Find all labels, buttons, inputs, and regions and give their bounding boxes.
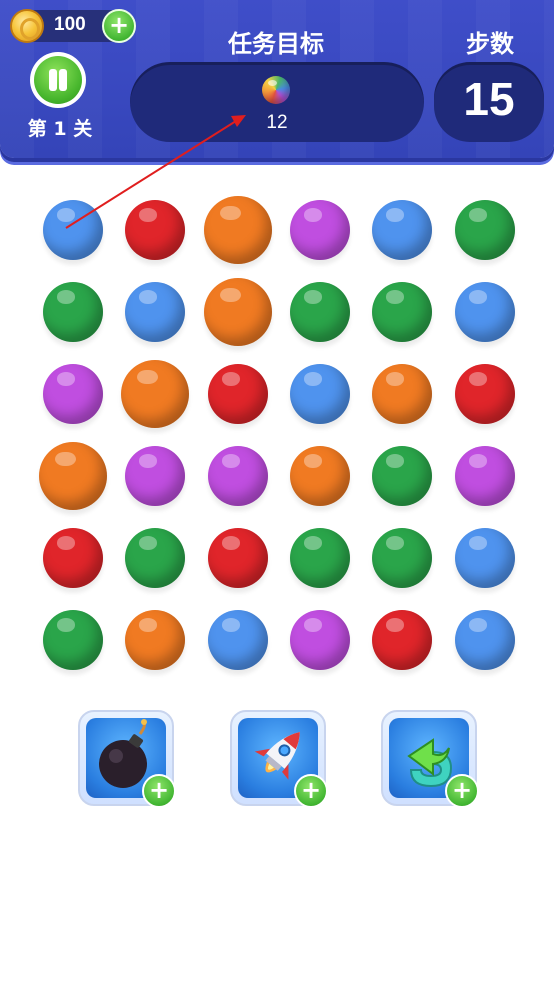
blue-ball[interactable] bbox=[455, 610, 515, 670]
undo-tool-button[interactable]: + bbox=[381, 710, 479, 808]
orange-ball[interactable] bbox=[125, 610, 185, 670]
plus-icon: + bbox=[300, 776, 322, 804]
plus-icon: + bbox=[451, 776, 473, 804]
purple-ball[interactable] bbox=[290, 200, 350, 260]
red-ball[interactable] bbox=[208, 528, 268, 588]
purple-ball[interactable] bbox=[43, 364, 103, 424]
game-board bbox=[0, 0, 554, 984]
plus-icon: + bbox=[148, 776, 170, 804]
purple-ball[interactable] bbox=[455, 446, 515, 506]
add-undo-button[interactable]: + bbox=[445, 774, 479, 808]
red-ball[interactable] bbox=[455, 364, 515, 424]
orange-ball[interactable] bbox=[39, 442, 107, 510]
green-ball[interactable] bbox=[125, 528, 185, 588]
green-ball[interactable] bbox=[290, 528, 350, 588]
purple-ball[interactable] bbox=[208, 446, 268, 506]
orange-ball[interactable] bbox=[121, 360, 189, 428]
green-ball[interactable] bbox=[290, 282, 350, 342]
blue-ball[interactable] bbox=[455, 528, 515, 588]
blue-ball[interactable] bbox=[372, 200, 432, 260]
orange-ball[interactable] bbox=[372, 364, 432, 424]
purple-ball[interactable] bbox=[290, 610, 350, 670]
add-rocket-button[interactable]: + bbox=[294, 774, 328, 808]
rocket-tool-button[interactable]: + bbox=[230, 710, 328, 808]
red-ball[interactable] bbox=[43, 528, 103, 588]
purple-ball[interactable] bbox=[125, 446, 185, 506]
orange-ball[interactable] bbox=[204, 196, 272, 264]
red-ball[interactable] bbox=[125, 200, 185, 260]
red-ball[interactable] bbox=[372, 610, 432, 670]
blue-ball[interactable] bbox=[455, 282, 515, 342]
green-ball[interactable] bbox=[43, 610, 103, 670]
blue-ball[interactable] bbox=[125, 282, 185, 342]
green-ball[interactable] bbox=[43, 282, 103, 342]
blue-ball[interactable] bbox=[290, 364, 350, 424]
orange-ball[interactable] bbox=[290, 446, 350, 506]
green-ball[interactable] bbox=[455, 200, 515, 260]
blue-ball[interactable] bbox=[208, 610, 268, 670]
green-ball[interactable] bbox=[372, 282, 432, 342]
green-ball[interactable] bbox=[372, 528, 432, 588]
orange-ball[interactable] bbox=[204, 278, 272, 346]
add-bomb-button[interactable]: + bbox=[142, 774, 176, 808]
blue-ball[interactable] bbox=[43, 200, 103, 260]
red-ball[interactable] bbox=[208, 364, 268, 424]
green-ball[interactable] bbox=[372, 446, 432, 506]
bomb-tool-button[interactable]: + bbox=[78, 710, 176, 808]
